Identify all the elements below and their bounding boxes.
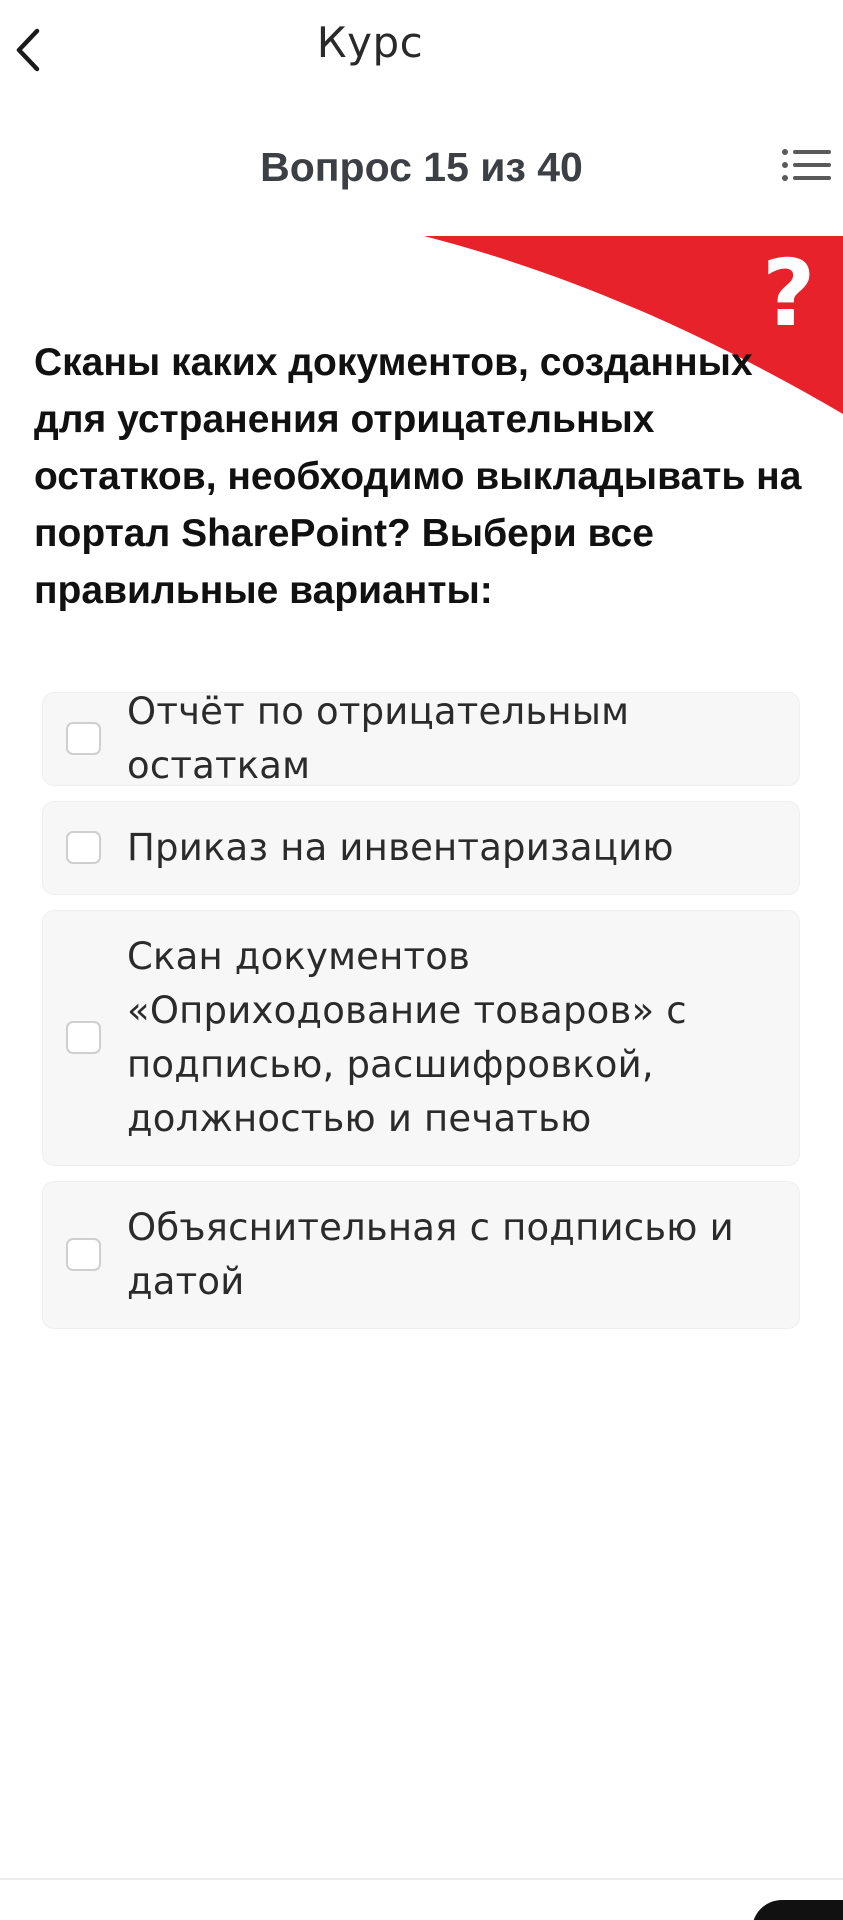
answer-checkbox[interactable] [66,1238,101,1271]
bottom-divider [0,1878,843,1880]
app-title: Курс [316,18,424,67]
answer-option[interactable]: Скан документов «Оприходование товаров» … [42,910,800,1166]
answer-checkbox[interactable] [66,831,101,864]
answer-option[interactable]: Отчёт по отрицательным остаткам [42,690,800,787]
answer-label: Скан документов «Оприходование товаров» … [127,935,687,1140]
top-app-bar: Курс [0,0,843,100]
answer-checkbox[interactable] [66,1021,101,1054]
question-mark-icon: ? [762,240,816,347]
answer-checkbox[interactable] [66,722,101,755]
answer-option[interactable]: Приказ на инвентаризацию [42,801,800,895]
answer-options: Отчёт по отрицательным остаткам Приказ н… [42,690,800,1344]
question-progress: Вопрос 15 из 40 [260,144,583,190]
list-menu-icon [782,149,831,181]
answer-option[interactable]: Объяснительная с подписью и датой [42,1181,800,1329]
answer-label: Отчёт по отрицательным остаткам [127,690,630,787]
question-list-button[interactable] [780,144,834,190]
action-button[interactable] [752,1900,843,1920]
question-text: Сканы каких документов, созданных для ус… [34,341,802,612]
answer-label: Приказ на инвентаризацию [127,826,674,869]
answer-label: Объяснительная с подписью и датой [127,1206,734,1303]
quiz-header: Вопрос 15 из 40 [0,130,843,210]
